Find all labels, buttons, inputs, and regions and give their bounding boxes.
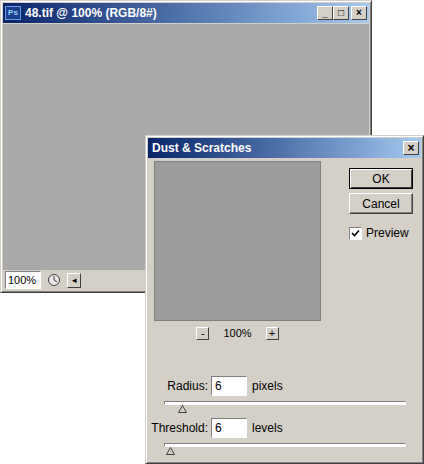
control-glyph: ×: [356, 8, 362, 18]
slider-track[interactable]: [164, 401, 406, 405]
slider-field: Radius: 6 pixels: [148, 376, 421, 414]
document-title: 48.tif @ 100% (RGB/8#): [25, 4, 313, 22]
preview-checkbox[interactable]: [349, 227, 362, 240]
close-button[interactable]: ×: [351, 6, 367, 20]
zoom-value: 100%: [8, 272, 36, 289]
check-icon: [351, 229, 360, 238]
zoom-out-glyph: -: [201, 328, 205, 339]
button-label: OK: [372, 170, 389, 188]
scroll-left-glyph: ◂: [72, 276, 77, 285]
zoom-in-glyph: +: [269, 328, 275, 339]
button-label: Cancel: [362, 195, 399, 213]
field-unit: pixels: [252, 377, 283, 395]
zoom-out-button[interactable]: -: [196, 327, 209, 340]
dialog-title-bar[interactable]: Dust & Scratches ×: [148, 138, 421, 158]
control-glyph: _: [322, 8, 328, 18]
filter-preview[interactable]: [154, 161, 321, 321]
scroll-left-button[interactable]: ◂: [67, 273, 81, 288]
minimize-button[interactable]: _: [317, 6, 333, 20]
cancel-button[interactable]: Cancel: [349, 193, 413, 214]
zoom-field[interactable]: 100%: [5, 271, 41, 290]
field-value: 6: [215, 419, 222, 437]
ok-button[interactable]: OK: [349, 168, 413, 189]
field-value: 6: [215, 377, 222, 395]
preview-zoom-row: - 100% +: [196, 325, 278, 342]
slider-track[interactable]: [164, 443, 406, 447]
dialog-close-button[interactable]: ×: [403, 141, 419, 155]
control-glyph: □: [338, 8, 344, 18]
dialog-title: Dust & Scratches: [152, 139, 403, 157]
preview-label: Preview: [366, 224, 409, 242]
field-label: Radius:: [148, 377, 208, 395]
field-unit: levels: [252, 419, 283, 437]
photoshop-icon: Ps: [5, 6, 21, 20]
dust-scratches-dialog: Dust & Scratches × - 100% + OK Cancel Pre…: [145, 135, 424, 464]
document-title-bar[interactable]: Ps 48.tif @ 100% (RGB/8#) _ □ ×: [3, 3, 369, 23]
preview-zoom-value: 100%: [223, 325, 251, 342]
field-label: Threshold:: [148, 419, 208, 437]
triangle-icon: [178, 405, 187, 413]
zoom-in-button[interactable]: +: [266, 327, 279, 340]
slider-field: Threshold: 6 levels: [148, 418, 421, 456]
field-input[interactable]: 6: [211, 418, 247, 438]
field-input[interactable]: 6: [211, 376, 247, 396]
maximize-button[interactable]: □: [333, 6, 349, 20]
app-icon-label: Ps: [8, 9, 18, 17]
status-info-icon[interactable]: [47, 273, 61, 287]
triangle-icon: [166, 447, 175, 455]
preview-checkbox-row[interactable]: Preview: [349, 224, 413, 242]
close-glyph: ×: [407, 142, 414, 154]
slider-thumb[interactable]: [166, 447, 175, 455]
slider-thumb[interactable]: [178, 405, 187, 413]
